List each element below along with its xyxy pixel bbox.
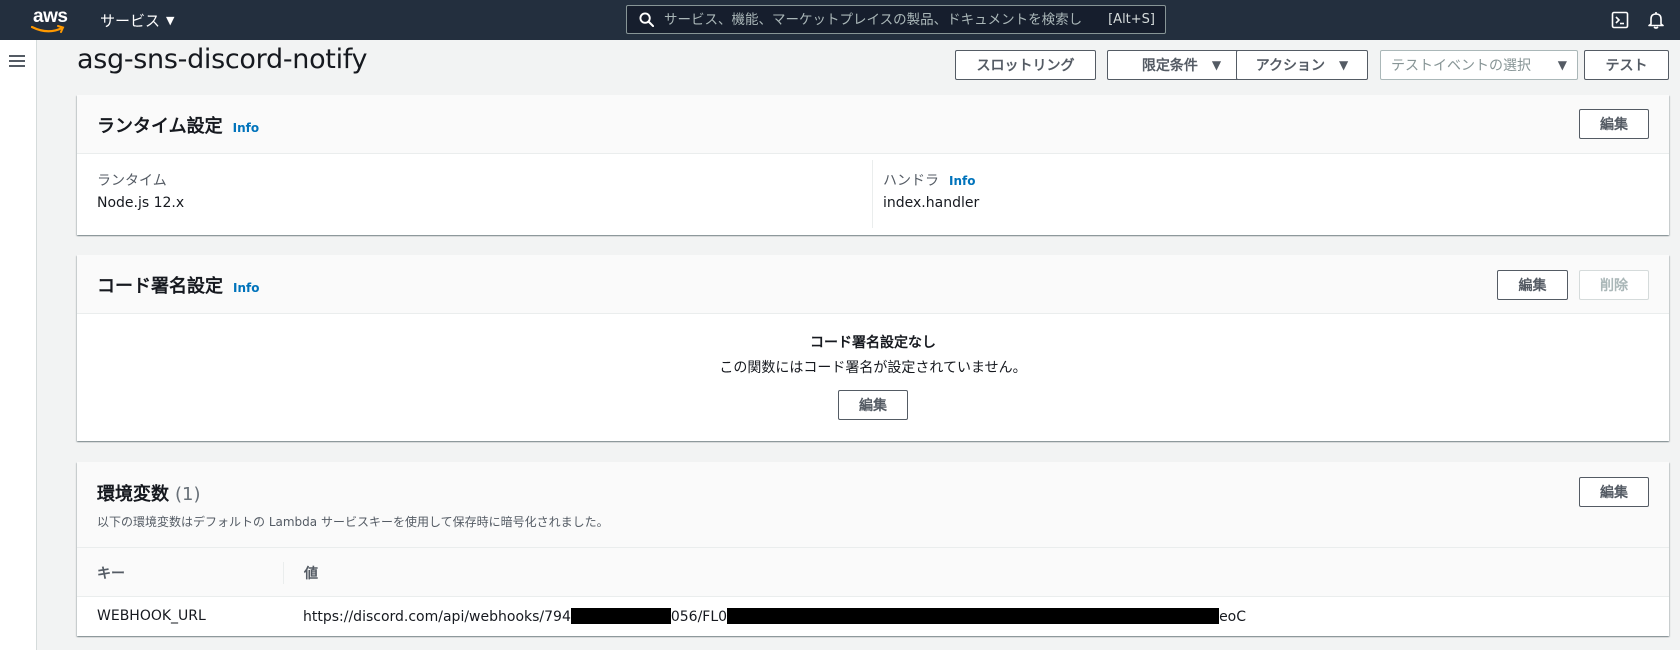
services-menu-button[interactable]: サービス ▼	[100, 0, 174, 40]
runtime-value: Node.js 12.x	[97, 195, 185, 211]
environment-variables-header: 環境変数 (1) 以下の環境変数はデフォルトの Lambda サービスキーを使用…	[77, 462, 1669, 547]
test-event-select-placeholder: テストイベントの選択	[1391, 58, 1531, 74]
runtime-settings-info-link[interactable]: Info	[233, 121, 259, 135]
column-header-value: 値	[304, 566, 318, 582]
caret-down-icon: ▼	[1211, 58, 1222, 72]
notifications-bell-icon[interactable]	[1645, 9, 1667, 31]
runtime-label: ランタイム	[97, 173, 167, 189]
code-signing-empty-title: コード署名設定なし	[810, 335, 936, 351]
qualifiers-dropdown[interactable]: 限定条件 ▼	[1107, 50, 1256, 80]
aws-smile-icon	[31, 25, 65, 33]
environment-variables-description: 以下の環境変数はデフォルトの Lambda サービスキーを使用して保存時に暗号化…	[97, 515, 609, 529]
env-var-value-part3: eoC	[1219, 609, 1247, 625]
redaction-bar	[570, 608, 671, 624]
actions-dropdown-label: アクション	[1255, 58, 1326, 74]
menu-hamburger-icon[interactable]	[9, 52, 27, 68]
env-var-key: WEBHOOK_URL	[97, 608, 206, 624]
services-menu-label: サービス	[100, 11, 161, 30]
runtime-settings-title-wrap: ランタイム設定 Info	[97, 112, 259, 138]
code-signing-empty-edit-button-label: 編集	[859, 398, 887, 414]
code-signing-empty-edit-button[interactable]: 編集	[838, 390, 908, 420]
left-navigation-rail	[0, 40, 37, 650]
handler-label-wrap: ハンドラ Info	[883, 170, 975, 190]
global-search-box[interactable]: [Alt+S]	[626, 5, 1166, 34]
code-signing-empty-description: この関数にはコード署名が設定されていません。	[719, 360, 1027, 376]
code-signing-info-link[interactable]: Info	[233, 281, 259, 295]
page-title: asg-sns-discord-notify	[77, 44, 368, 75]
caret-down-icon: ▼	[166, 13, 175, 27]
code-signing-title-wrap: コード署名設定 Info	[97, 272, 259, 298]
code-signing-delete-button-label: 削除	[1600, 278, 1628, 294]
test-button[interactable]: テスト	[1584, 50, 1669, 80]
test-event-select[interactable]: テストイベントの選択 ▼	[1380, 50, 1578, 80]
caret-down-icon: ▼	[1339, 58, 1349, 72]
global-search-input[interactable]	[654, 10, 1109, 29]
env-var-value: https://discord.com/api/webhooks/794 056/…	[303, 608, 1246, 625]
runtime-settings-title: ランタイム設定	[97, 116, 223, 137]
runtime-edit-button-label: 編集	[1600, 117, 1628, 133]
code-signing-edit-button-label: 編集	[1518, 278, 1547, 294]
code-signing-delete-button[interactable]: 削除	[1579, 270, 1649, 300]
runtime-settings-panel: ランタイム設定 Info 編集 ランタイム Node.js 12.x ハンドラ …	[77, 95, 1669, 235]
top-navigation-bar: aws サービス ▼ [Alt+S]	[0, 0, 1680, 40]
runtime-edit-button[interactable]: 編集	[1579, 109, 1649, 139]
aws-logo[interactable]: aws	[30, 3, 70, 37]
cloudshell-icon[interactable]	[1609, 9, 1631, 31]
throttle-button[interactable]: スロットリング	[955, 50, 1096, 80]
environment-variables-edit-button[interactable]: 編集	[1579, 477, 1649, 507]
runtime-column-divider	[872, 160, 873, 228]
environment-variables-title-wrap: 環境変数 (1)	[97, 480, 201, 506]
column-divider	[283, 562, 284, 584]
code-signing-header: コード署名設定 Info 編集 削除	[77, 255, 1669, 314]
caret-down-icon: ▼	[1557, 58, 1567, 72]
redaction-bar	[727, 608, 1220, 624]
test-button-label: テスト	[1605, 58, 1648, 74]
column-header-key: キー	[97, 566, 125, 582]
actions-dropdown[interactable]: アクション ▼	[1236, 50, 1368, 80]
environment-variables-panel: 環境変数 (1) 以下の環境変数はデフォルトの Lambda サービスキーを使用…	[77, 462, 1669, 636]
code-signing-title: コード署名設定	[97, 276, 223, 297]
handler-value: index.handler	[883, 195, 980, 211]
search-icon	[639, 12, 654, 27]
env-var-value-part1: https://discord.com/api/webhooks/794	[303, 609, 571, 625]
runtime-settings-header: ランタイム設定 Info 編集	[77, 95, 1669, 154]
runtime-label-wrap: ランタイム	[97, 170, 167, 190]
env-var-value-part2: 056/FL0	[670, 609, 728, 625]
qualifiers-dropdown-label: 限定条件	[1141, 58, 1198, 74]
environment-variables-title: 環境変数	[97, 484, 169, 505]
environment-variables-edit-button-label: 編集	[1600, 485, 1628, 501]
table-row: WEBHOOK_URL https://discord.com/api/webh…	[77, 597, 1669, 636]
code-signing-panel: コード署名設定 Info 編集 削除 コード署名設定なし この関数にはコード署名…	[77, 255, 1669, 441]
search-shortcut-hint: [Alt+S]	[1108, 12, 1155, 27]
throttle-button-label: スロットリング	[976, 58, 1075, 74]
environment-variables-count: (1)	[175, 484, 201, 505]
handler-label: ハンドラ	[883, 173, 939, 189]
handler-info-link[interactable]: Info	[949, 174, 975, 188]
code-signing-edit-button[interactable]: 編集	[1497, 270, 1568, 300]
environment-variables-table-header: キー 値	[77, 547, 1669, 597]
